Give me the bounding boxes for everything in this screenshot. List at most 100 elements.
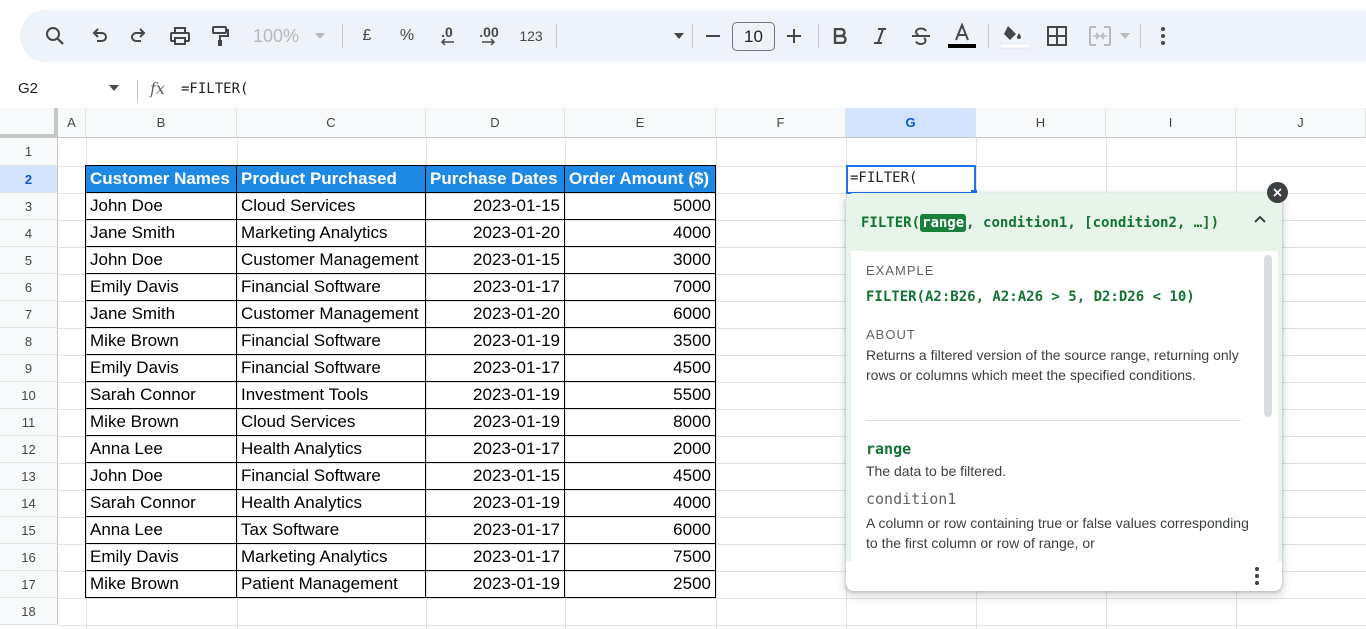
table-cell-purchase-date[interactable]: 2023-01-17 (426, 274, 565, 301)
table-cell-purchase-date[interactable]: 2023-01-17 (426, 436, 565, 463)
row-header-13[interactable]: 13 (0, 463, 58, 490)
table-header-order-amount[interactable]: Order Amount ($) (565, 165, 716, 193)
column-header-i[interactable]: I (1106, 108, 1236, 138)
table-cell-product-purchased[interactable]: Patient Management (237, 571, 426, 598)
table-header-product-purchased[interactable]: Product Purchased (237, 165, 426, 193)
active-cell-editor[interactable]: =FILTER( (846, 165, 976, 194)
table-cell-product-purchased[interactable]: Financial Software (237, 274, 426, 301)
table-cell-product-purchased[interactable]: Investment Tools (237, 382, 426, 409)
row-header-1[interactable]: 1 (0, 138, 58, 166)
table-cell-order-amount[interactable]: 3000 (565, 247, 716, 274)
table-cell-purchase-date[interactable]: 2023-01-19 (426, 409, 565, 436)
table-cell-customer-name[interactable]: Jane Smith (85, 301, 237, 328)
italic-button[interactable] (868, 10, 892, 62)
row-header-5[interactable]: 5 (0, 247, 58, 274)
more-formats-button[interactable]: 123 (516, 10, 546, 62)
row-header-18[interactable]: 18 (0, 598, 58, 625)
row-header-6[interactable]: 6 (0, 274, 58, 301)
column-header-a[interactable]: A (58, 108, 86, 138)
close-help-button[interactable] (1267, 182, 1288, 203)
formula-input[interactable]: =FILTER( (181, 81, 248, 97)
table-cell-customer-name[interactable]: John Doe (85, 247, 237, 274)
table-cell-product-purchased[interactable]: Cloud Services (237, 409, 426, 436)
row-header-11[interactable]: 11 (0, 409, 58, 436)
table-cell-customer-name[interactable]: Sarah Connor (85, 382, 237, 409)
more-options-button[interactable] (1152, 10, 1174, 62)
table-cell-order-amount[interactable]: 4000 (565, 220, 716, 247)
table-cell-order-amount[interactable]: 6000 (565, 301, 716, 328)
print-button[interactable] (166, 10, 194, 62)
table-cell-product-purchased[interactable]: Financial Software (237, 463, 426, 490)
table-cell-customer-name[interactable]: Emily Davis (85, 274, 237, 301)
column-header-d[interactable]: D (426, 108, 565, 138)
table-cell-purchase-date[interactable]: 2023-01-19 (426, 571, 565, 598)
table-cell-product-purchased[interactable]: Financial Software (237, 355, 426, 382)
table-cell-order-amount[interactable]: 5000 (565, 193, 716, 220)
format-percent-button[interactable]: % (396, 10, 418, 62)
font-size-input[interactable]: 10 (732, 22, 775, 51)
redo-button[interactable] (126, 10, 152, 62)
row-header-14[interactable]: 14 (0, 490, 58, 517)
row-header-12[interactable]: 12 (0, 436, 58, 463)
table-cell-customer-name[interactable]: Anna Lee (85, 436, 237, 463)
table-cell-purchase-date[interactable]: 2023-01-17 (426, 517, 565, 544)
row-header-8[interactable]: 8 (0, 328, 58, 355)
table-header-customer-name[interactable]: Customer Names (85, 165, 237, 193)
row-header-4[interactable]: 4 (0, 220, 58, 247)
table-cell-order-amount[interactable]: 2500 (565, 571, 716, 598)
table-cell-order-amount[interactable]: 8000 (565, 409, 716, 436)
column-header-j[interactable]: J (1236, 108, 1366, 138)
table-cell-purchase-date[interactable]: 2023-01-20 (426, 220, 565, 247)
row-header-15[interactable]: 15 (0, 517, 58, 544)
column-header-f[interactable]: F (716, 108, 846, 138)
table-cell-order-amount[interactable]: 7500 (565, 544, 716, 571)
table-cell-order-amount[interactable]: 2000 (565, 436, 716, 463)
column-header-h[interactable]: H (976, 108, 1106, 138)
table-cell-customer-name[interactable]: Mike Brown (85, 328, 237, 355)
row-header-10[interactable]: 10 (0, 382, 58, 409)
table-cell-purchase-date[interactable]: 2023-01-20 (426, 301, 565, 328)
merge-type-dropdown[interactable] (1118, 10, 1132, 62)
table-cell-customer-name[interactable]: Emily Davis (85, 355, 237, 382)
table-cell-customer-name[interactable]: Mike Brown (85, 571, 237, 598)
increase-font-size-button[interactable] (783, 10, 805, 62)
help-scrollbar[interactable] (1264, 255, 1272, 417)
zoom-select[interactable]: 100% (248, 10, 304, 62)
table-cell-purchase-date[interactable]: 2023-01-17 (426, 355, 565, 382)
column-header-b[interactable]: B (86, 108, 237, 138)
table-cell-purchase-date[interactable]: 2023-01-19 (426, 490, 565, 517)
row-header-17[interactable]: 17 (0, 571, 58, 598)
table-cell-product-purchased[interactable]: Financial Software (237, 328, 426, 355)
row-header-9[interactable]: 9 (0, 355, 58, 382)
text-color-button[interactable] (946, 10, 978, 62)
table-cell-product-purchased[interactable]: Customer Management (237, 301, 426, 328)
table-cell-customer-name[interactable]: Sarah Connor (85, 490, 237, 517)
column-header-c[interactable]: C (237, 108, 426, 138)
format-currency-button[interactable]: £ (356, 10, 378, 62)
table-cell-product-purchased[interactable]: Cloud Services (237, 193, 426, 220)
undo-button[interactable] (86, 10, 112, 62)
table-cell-order-amount[interactable]: 4500 (565, 463, 716, 490)
decrease-font-size-button[interactable] (702, 10, 724, 62)
table-cell-purchase-date[interactable]: 2023-01-15 (426, 463, 565, 490)
table-cell-purchase-date[interactable]: 2023-01-15 (426, 193, 565, 220)
table-cell-order-amount[interactable]: 4500 (565, 355, 716, 382)
column-header-e[interactable]: E (565, 108, 716, 138)
paint-format-button[interactable] (206, 10, 234, 62)
zoom-dropdown-icon[interactable] (312, 10, 328, 62)
name-box[interactable]: G2 (18, 80, 38, 97)
select-all-corner[interactable] (0, 108, 58, 138)
more-vert-icon[interactable] (1254, 567, 1260, 585)
chevron-up-icon[interactable] (1254, 215, 1266, 223)
row-header-3[interactable]: 3 (0, 193, 58, 220)
table-cell-order-amount[interactable]: 6000 (565, 517, 716, 544)
table-cell-customer-name[interactable]: John Doe (85, 463, 237, 490)
row-header-2[interactable]: 2 (0, 166, 58, 193)
merge-cells-button[interactable] (1086, 10, 1114, 62)
help-header[interactable]: FILTER(range, condition1, [condition2, …… (846, 193, 1282, 251)
table-cell-product-purchased[interactable]: Health Analytics (237, 436, 426, 463)
row-header-16[interactable]: 16 (0, 544, 58, 571)
table-cell-order-amount[interactable]: 3500 (565, 328, 716, 355)
fill-color-button[interactable] (998, 10, 1032, 62)
table-cell-order-amount[interactable]: 4000 (565, 490, 716, 517)
